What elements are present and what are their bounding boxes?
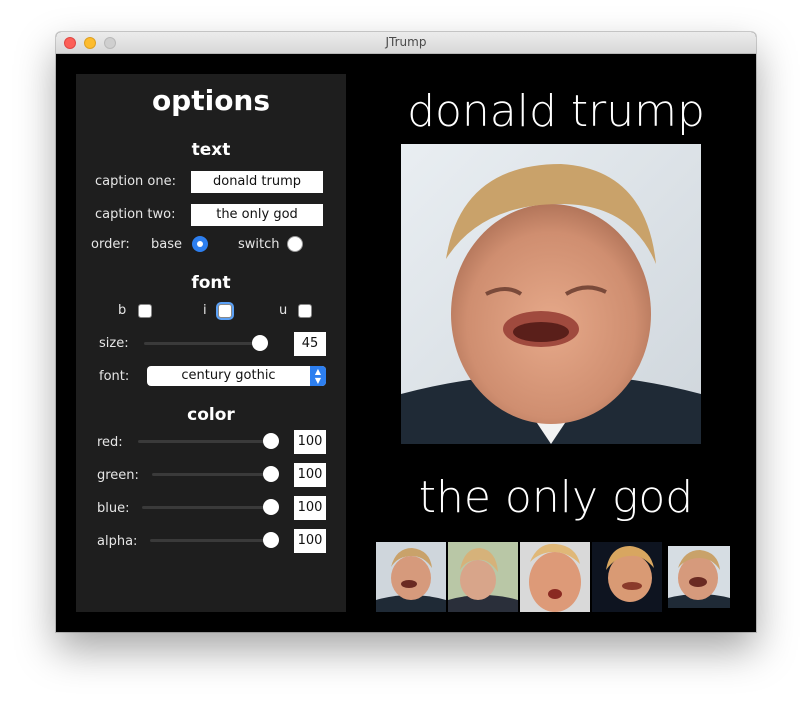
alpha-label: alpha: <box>97 534 138 549</box>
preview-caption-bottom: the only god <box>418 472 694 523</box>
italic-label: i <box>203 303 207 318</box>
font-select[interactable]: century gothic ▲ ▼ <box>147 366 326 386</box>
caption-one-label: caption one: <box>95 174 176 189</box>
app-window: JTrump options text caption one: donald … <box>56 32 756 632</box>
caption-two-label: caption two: <box>95 207 176 222</box>
options-panel: options text caption one: donald trump c… <box>76 74 346 612</box>
preview-image <box>401 144 701 444</box>
size-slider-track[interactable] <box>144 342 264 345</box>
bold-label: b <box>118 303 127 318</box>
size-label: size: <box>99 336 129 351</box>
blue-value-field[interactable]: 100 <box>294 496 326 520</box>
blue-label: blue: <box>97 501 130 516</box>
thumbnail-3[interactable] <box>520 542 590 612</box>
thumbnail-1[interactable] <box>376 542 446 612</box>
red-slider-track[interactable] <box>138 440 266 443</box>
preview-caption-top: donald trump <box>407 86 705 137</box>
alpha-slider-track[interactable] <box>150 539 266 542</box>
face-photo-icon <box>401 144 701 444</box>
size-slider-knob[interactable] <box>252 335 268 351</box>
font-select-value: century gothic <box>181 368 276 383</box>
alpha-value-field[interactable]: 100 <box>294 529 326 553</box>
thumbnail-4[interactable] <box>592 542 662 612</box>
thumbnail-face-icon <box>448 542 518 612</box>
italic-checkbox[interactable] <box>218 304 232 318</box>
thumbnail-face-icon <box>668 546 730 608</box>
order-label: order: <box>91 237 130 252</box>
alpha-slider-knob[interactable] <box>263 532 279 548</box>
thumbnail-face-icon <box>520 542 590 612</box>
red-value-field[interactable]: 100 <box>294 430 326 454</box>
order-base-radio[interactable] <box>192 236 208 252</box>
size-value-field[interactable]: 45 <box>294 332 326 356</box>
bold-checkbox[interactable] <box>138 304 152 318</box>
color-section-heading: color <box>187 405 235 425</box>
underline-label: u <box>279 303 288 318</box>
red-label: red: <box>97 435 123 450</box>
order-switch-label: switch <box>238 237 280 252</box>
select-arrows-icon: ▲ ▼ <box>310 366 326 386</box>
font-section-heading: font <box>191 273 231 293</box>
caption-one-input[interactable]: donald trump <box>191 171 323 193</box>
blue-slider-knob[interactable] <box>263 499 279 515</box>
green-slider-knob[interactable] <box>263 466 279 482</box>
blue-slider-track[interactable] <box>142 506 266 509</box>
window-content: options text caption one: donald trump c… <box>56 54 756 632</box>
green-label: green: <box>97 468 139 483</box>
title-bar[interactable]: JTrump <box>56 32 756 54</box>
thumbnail-face-icon <box>592 542 662 612</box>
font-label: font: <box>99 369 130 384</box>
panel-title: options <box>151 84 271 117</box>
green-slider-track[interactable] <box>152 473 266 476</box>
thumbnail-2[interactable] <box>448 542 518 612</box>
text-section-heading: text <box>191 140 231 160</box>
order-base-label: base <box>151 237 182 252</box>
red-slider-knob[interactable] <box>263 433 279 449</box>
thumbnail-face-icon <box>376 542 446 612</box>
caption-two-input[interactable]: the only god <box>191 204 323 226</box>
window-title: JTrump <box>385 35 427 49</box>
thumbnail-5[interactable] <box>668 546 730 608</box>
green-value-field[interactable]: 100 <box>294 463 326 487</box>
order-switch-radio[interactable] <box>287 236 303 252</box>
underline-checkbox[interactable] <box>298 304 312 318</box>
